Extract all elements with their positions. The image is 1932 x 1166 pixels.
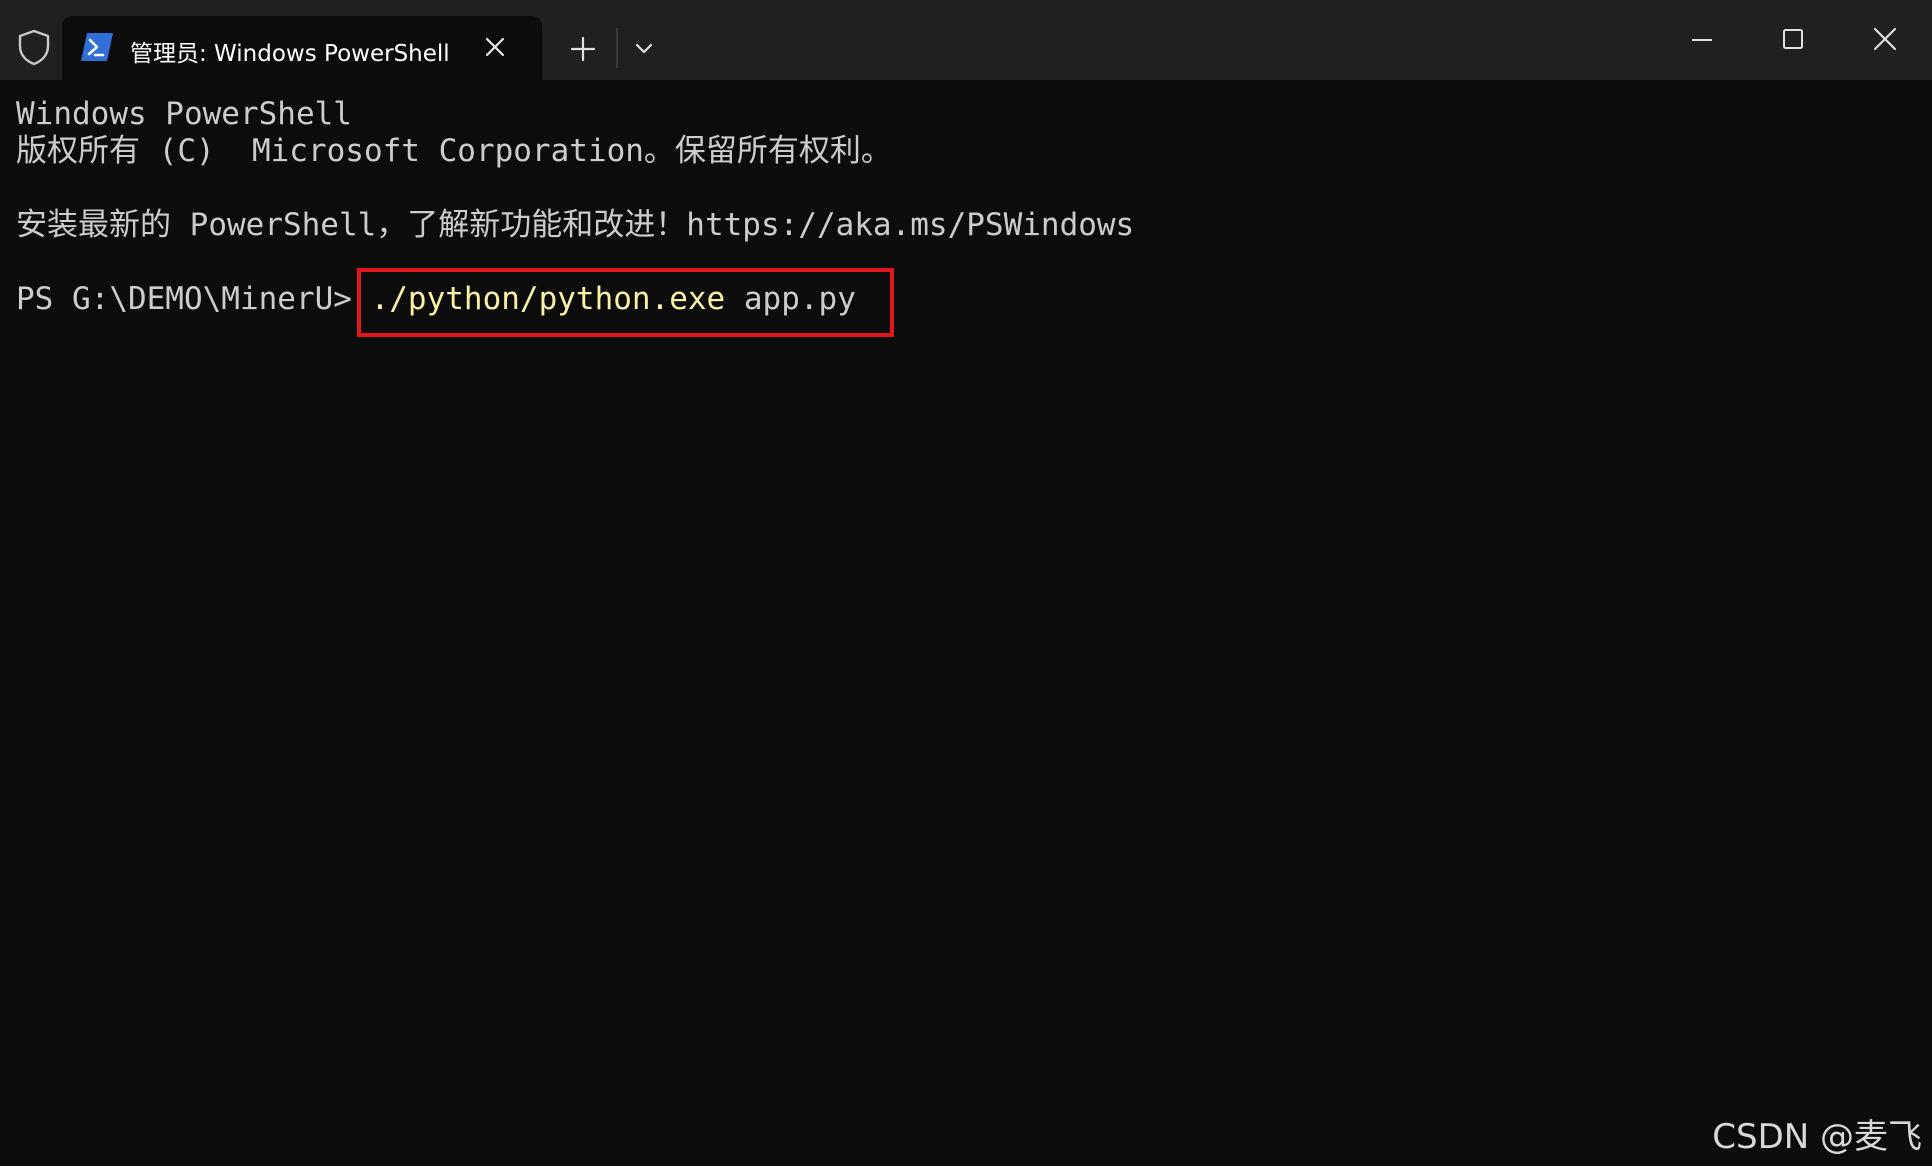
install-hint-line: 安装最新的 PowerShell，了解新功能和改进！https://aka.ms…	[16, 207, 1135, 243]
banner-line: Windows PowerShell	[16, 96, 352, 132]
new-tab-button[interactable]	[568, 34, 598, 64]
tab-title: 管理员: Windows PowerShell	[130, 41, 450, 67]
highlight-box	[357, 268, 894, 337]
close-icon[interactable]	[482, 34, 508, 60]
minimize-icon[interactable]	[1690, 28, 1714, 52]
powershell-icon	[81, 33, 113, 61]
close-icon[interactable]	[1872, 26, 1898, 52]
watermark: CSDN @麦飞	[1712, 1117, 1922, 1157]
shield-icon	[18, 29, 50, 66]
copyright-line: 版权所有 (C) Microsoft Corporation。保留所有权利。	[16, 133, 892, 169]
chevron-down-icon[interactable]	[632, 38, 656, 58]
tab-separator	[616, 28, 618, 68]
tab-powershell[interactable]: 管理员: Windows PowerShell	[62, 16, 542, 80]
terminal-output[interactable]: Windows PowerShell 版权所有 (C) Microsoft Co…	[0, 80, 1932, 1166]
title-bar: 管理员: Windows PowerShell	[0, 0, 1932, 80]
prompt: PS G:\DEMO\MinerU>	[16, 281, 371, 317]
maximize-icon[interactable]	[1781, 27, 1805, 51]
terminal-window: 管理员: Windows PowerShell Windows PowerShe…	[0, 0, 1932, 1166]
